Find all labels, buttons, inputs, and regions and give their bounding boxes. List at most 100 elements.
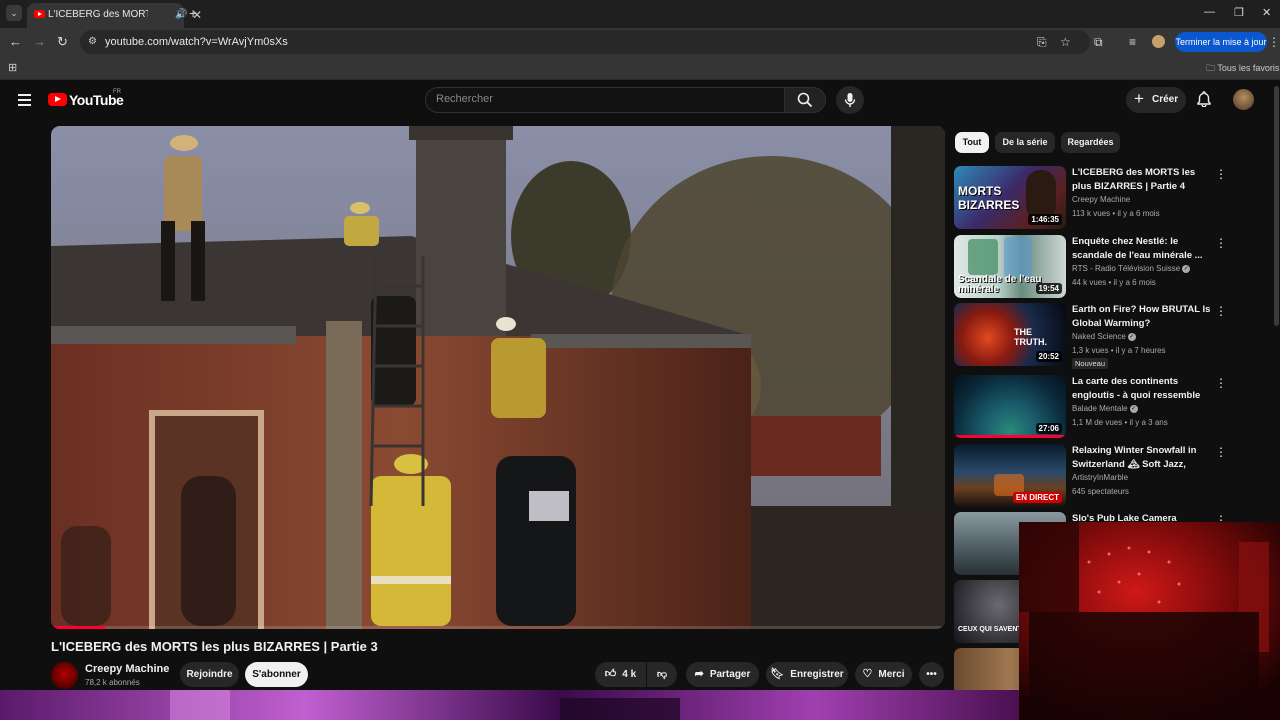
recommendation-meta: 44 k vues • il y a 6 mois: [1072, 278, 1156, 287]
address-bar[interactable]: ⚙ youtube.com/watch?v=WrAvjYm0sXs ⎘ ☆: [80, 30, 1090, 54]
microphone-icon: [844, 93, 856, 107]
duration-badge: 27:06: [1035, 423, 1062, 434]
browser-toolbar: ← → ↻ ⚙ youtube.com/watch?v=WrAvjYm0sXs …: [0, 28, 1280, 56]
video-player[interactable]: [51, 126, 945, 629]
thumbnail-figure: [1026, 170, 1056, 220]
verified-icon: ✓: [1182, 264, 1191, 273]
recommendation-title: Enquête chez Nestlé: le scandale de l'ea…: [1072, 236, 1203, 261]
youtube-favicon-icon: [34, 10, 45, 18]
duration-badge: 20:52: [1035, 351, 1062, 362]
dislike-button[interactable]: 👎︎: [647, 662, 677, 687]
back-icon[interactable]: ←: [9, 34, 22, 49]
save-button[interactable]: 🔖︎ Enregistrer: [766, 662, 848, 687]
recommendation-channel: Naked Science ✓: [1072, 332, 1136, 341]
join-button[interactable]: Rejoindre: [180, 662, 239, 687]
thanks-button[interactable]: ♡ Merci: [855, 662, 912, 687]
verified-icon: ✓: [1127, 332, 1136, 341]
share-button[interactable]: ➦ Partager: [686, 662, 759, 687]
more-vertical-icon[interactable]: ⋮: [1215, 445, 1227, 459]
voice-search-button[interactable]: [836, 86, 864, 114]
more-vertical-icon[interactable]: ⋮: [1215, 304, 1227, 318]
progress-played[interactable]: [51, 626, 105, 629]
extensions-icon[interactable]: ⧉: [1094, 35, 1103, 50]
recommendation-channel: Creepy Machine: [1072, 195, 1131, 204]
youtube-play-icon: [48, 93, 67, 106]
video-thumbnail[interactable]: 27:06: [954, 375, 1066, 438]
like-button[interactable]: 👍︎ 4 k: [595, 662, 646, 687]
tab-title: L'ICEBERG des MORTS les plus BIZARRES | …: [48, 9, 148, 20]
tab-search-button[interactable]: ⌄: [6, 5, 22, 21]
recommendation-channel: RTS - Radio Télévision Suisse ✓: [1072, 264, 1191, 273]
install-app-icon[interactable]: ⎘: [1037, 35, 1047, 50]
thumbnail-text: CEUX QUI SAVENT...: [958, 626, 1027, 633]
site-info-icon[interactable]: ⚙: [88, 36, 97, 47]
menu-kebab-icon[interactable]: ⋮: [1268, 35, 1280, 49]
webcam-feed: [1019, 522, 1280, 720]
search-input[interactable]: [436, 93, 766, 105]
reading-list-icon[interactable]: ≡: [1129, 35, 1136, 49]
video-thumbnail[interactable]: THE TRUTH. 20:52: [954, 303, 1066, 366]
channel-avatar[interactable]: [51, 662, 78, 689]
apps-grid-icon[interactable]: ⊞: [8, 61, 17, 74]
create-button[interactable]: + Créer: [1126, 87, 1186, 113]
progress-track[interactable]: [51, 626, 945, 629]
audio-playing-icon[interactable]: 🔊: [175, 9, 187, 20]
search-icon: [797, 92, 813, 108]
more-vertical-icon[interactable]: ⋮: [1215, 236, 1227, 250]
channel-name[interactable]: Creepy Machine: [85, 663, 169, 675]
chip-watched[interactable]: Regardées: [1061, 132, 1120, 153]
maximize-icon[interactable]: ❐: [1234, 6, 1244, 19]
video-thumbnail[interactable]: EN DIRECT: [954, 444, 1066, 507]
recommendation-item[interactable]: Scandale de l'eau minérale 19:54 Enquête…: [954, 235, 1229, 299]
chip-series[interactable]: De la série: [995, 132, 1055, 153]
thanks-label: Merci: [878, 669, 905, 680]
recommendation-channel: ArtistryInMarble: [1072, 473, 1129, 482]
close-window-icon[interactable]: ✕: [1262, 6, 1271, 19]
more-horizontal-icon: •••: [926, 669, 937, 680]
notifications-bell-icon[interactable]: [1197, 91, 1211, 110]
heart-dollar-icon: ♡: [862, 668, 873, 680]
recommendation-title: Relaxing Winter Snowfall in Switzerland …: [1072, 445, 1197, 470]
profile-avatar-icon[interactable]: [1152, 35, 1165, 48]
bookmark-star-icon[interactable]: ☆: [1060, 35, 1071, 49]
share-label: Partager: [709, 669, 751, 680]
all-bookmarks-link[interactable]: 🗀 Tous les favoris: [1206, 61, 1279, 77]
thumbs-up-icon: 👍︎: [604, 668, 617, 680]
guide-menu-icon[interactable]: [18, 94, 31, 106]
like-count: 4 k: [622, 669, 637, 680]
more-vertical-icon[interactable]: ⋮: [1215, 376, 1227, 390]
minimize-icon[interactable]: —: [1204, 6, 1215, 18]
thumbs-down-icon: 👎︎: [656, 669, 668, 680]
thumbnail-text: THE TRUTH.: [1014, 327, 1047, 347]
recommendation-meta: 1,3 k vues • il y a 7 heures: [1072, 346, 1166, 355]
channel-label: RTS - Radio Télévision Suisse: [1072, 264, 1181, 273]
channel-label: Naked Science: [1072, 332, 1126, 341]
recommendation-item[interactable]: 27:06 La carte des continents engloutis …: [954, 375, 1229, 439]
update-button[interactable]: Terminer la mise à jour: [1175, 32, 1267, 52]
subscribe-button[interactable]: S'abonner: [245, 662, 308, 687]
thumbnail-text: MORTS BIZARRES: [958, 184, 1020, 212]
recommendation-item[interactable]: THE TRUTH. 20:52 Earth on Fire? How BRUT…: [954, 303, 1229, 369]
recommendation-meta: 1,1 M de vues • il y a 3 ans: [1072, 418, 1168, 427]
more-actions-button[interactable]: •••: [919, 662, 944, 687]
live-badge: EN DIRECT: [1012, 492, 1062, 503]
duration-badge: 1:46:35: [1028, 214, 1062, 225]
recommendation-meta: 113 k vues • il y a 6 mois: [1072, 209, 1160, 218]
page-scrollbar[interactable]: [1274, 86, 1279, 326]
browser-tab[interactable]: L'ICEBERG des MORTS les plus BIZARRES | …: [27, 3, 202, 28]
chip-all[interactable]: Tout: [955, 132, 989, 153]
new-badge: Nouveau: [1072, 358, 1109, 369]
search-button[interactable]: [784, 87, 826, 113]
forward-icon[interactable]: →: [33, 34, 46, 49]
video-thumbnail[interactable]: MORTS BIZARRES 1:46:35: [954, 166, 1066, 229]
recommendation-item[interactable]: EN DIRECT Relaxing Winter Snowfall in Sw…: [954, 444, 1229, 508]
recommendation-item[interactable]: MORTS BIZARRES 1:46:35 L'ICEBERG des MOR…: [954, 166, 1229, 230]
new-tab-button[interactable]: +: [189, 5, 197, 21]
video-thumbnail[interactable]: Scandale de l'eau minérale 19:54: [954, 235, 1066, 298]
account-avatar[interactable]: [1233, 89, 1254, 110]
reload-icon[interactable]: ↻: [57, 34, 68, 50]
search-box[interactable]: [425, 87, 785, 113]
more-vertical-icon[interactable]: ⋮: [1215, 167, 1227, 181]
create-label: Créer: [1152, 94, 1179, 105]
thumbnail-text: Scandale de l'eau minérale: [958, 274, 1042, 295]
